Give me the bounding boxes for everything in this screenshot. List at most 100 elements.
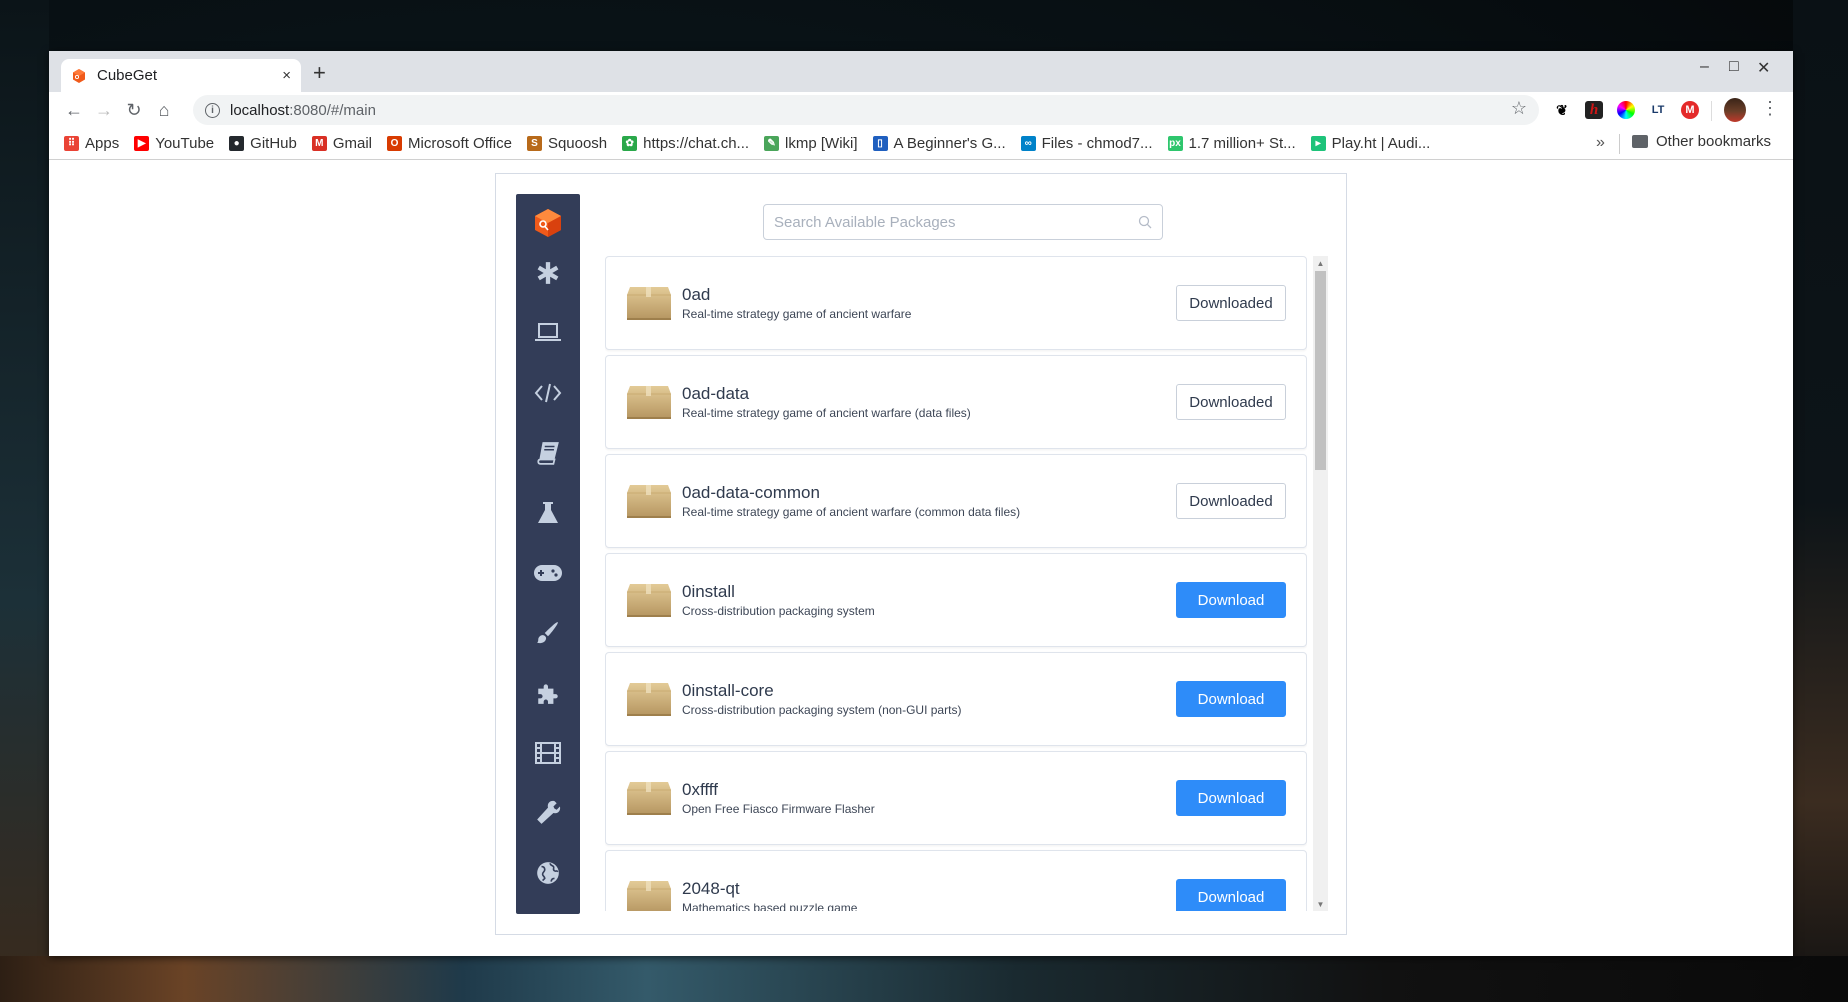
bookmarks-divider	[1619, 134, 1620, 154]
package-name: 2048-qt	[682, 879, 740, 898]
downloaded-button[interactable]: Downloaded	[1176, 285, 1286, 321]
bookmark-youtube[interactable]: ▶ YouTube	[134, 135, 214, 152]
puzzle-icon	[538, 684, 558, 704]
downloaded-button[interactable]: Downloaded	[1176, 384, 1286, 420]
sidebar-item-graphics[interactable]	[516, 611, 580, 655]
browser-window: CubeGet × + – □ ✕ ← → ↻ ⌂ i localhost:80…	[49, 51, 1793, 956]
package-row: 0ad Real-time strategy game of ancient w…	[605, 256, 1307, 350]
profile-avatar[interactable]	[1724, 98, 1746, 122]
wrench-icon	[537, 800, 561, 824]
search-icon[interactable]	[1138, 215, 1152, 229]
package-row: 0ad-data-common Real-time strategy game …	[605, 454, 1307, 548]
tab-cubeget[interactable]: CubeGet ×	[61, 59, 301, 92]
search-input[interactable]	[774, 213, 1138, 231]
bookmark-label: A Beginner's G...	[893, 135, 1006, 152]
squoosh-icon: S	[526, 136, 542, 151]
close-tab-icon[interactable]: ×	[282, 67, 291, 84]
mega-extension-icon[interactable]: M	[1681, 101, 1699, 119]
cubeget-app: 0ad Real-time strategy game of ancient w…	[495, 173, 1347, 935]
package-box-icon	[627, 782, 671, 815]
bookmark-gmail[interactable]: M Gmail	[311, 135, 373, 152]
downloaded-button[interactable]: Downloaded	[1176, 483, 1286, 519]
film-icon	[535, 742, 561, 764]
browser-menu-icon[interactable]: ⋮	[1761, 98, 1779, 119]
address-bar[interactable]: i localhost:8080/#/main ☆	[193, 95, 1539, 125]
minimize-button[interactable]: –	[1700, 58, 1709, 76]
package-name: 0ad	[682, 285, 711, 304]
bookmark-label: Squoosh	[547, 135, 608, 152]
tab-strip: CubeGet × + – □ ✕	[49, 51, 1793, 92]
sidebar-item-education[interactable]	[516, 431, 580, 475]
package-box-icon	[627, 386, 671, 419]
bookmark-label: Apps	[85, 135, 120, 152]
flask-icon	[538, 502, 558, 523]
desktop-wallpaper	[0, 0, 49, 1002]
sidebar-item-games[interactable]	[516, 551, 580, 595]
hypothesis-extension-icon[interactable]: h	[1585, 101, 1603, 119]
package-search[interactable]	[763, 204, 1163, 240]
globe-icon	[537, 862, 559, 884]
package-name: 0install-core	[682, 681, 774, 700]
download-button[interactable]: Download	[1176, 879, 1286, 911]
back-button[interactable]: ←	[59, 100, 89, 121]
other-bookmarks-folder[interactable]: Other bookmarks	[1632, 133, 1771, 150]
sidebar-item-logo[interactable]	[516, 201, 580, 245]
bookmark-nextcloud[interactable]: ∞ Files - chmod7...	[1020, 135, 1153, 152]
bookmark-office[interactable]: O Microsoft Office	[387, 135, 512, 152]
gnome-extension-icon[interactable]: ❦	[1553, 101, 1571, 119]
package-description: Real-time strategy game of ancient warfa…	[682, 505, 1021, 519]
site-info-icon[interactable]: i	[205, 102, 220, 118]
package-description: Mathematics based puzzle game	[682, 901, 858, 911]
package-box-icon	[627, 485, 671, 518]
bookmarks-bar: ⠿ Apps ▶ YouTube ● GitHub M Gmail O Microsoft Off…	[49, 128, 1793, 160]
bookmark-label: Gmail	[332, 135, 373, 152]
github-icon: ●	[229, 136, 245, 151]
package-list-scrollbar[interactable]: ▲ ▼	[1313, 256, 1328, 911]
sidebar-item-science[interactable]	[516, 491, 580, 535]
wiki-icon: ✎	[764, 136, 780, 151]
bookmark-pixabay[interactable]: px 1.7 million+ St...	[1167, 135, 1296, 152]
package-description: Open Free Fiasco Firmware Flasher	[682, 802, 875, 816]
url-path: :8080/#/main	[289, 101, 376, 119]
scrollbar-thumb[interactable]	[1315, 271, 1326, 470]
download-button[interactable]: Download	[1176, 582, 1286, 618]
bookmark-chat[interactable]: ✿ https://chat.ch...	[622, 135, 749, 152]
asterisk-icon	[537, 262, 559, 284]
forward-button[interactable]: →	[89, 100, 119, 121]
package-info: 2048-qt Mathematics based puzzle game	[682, 879, 857, 911]
home-button[interactable]: ⌂	[149, 100, 179, 121]
reload-button[interactable]: ↻	[119, 100, 149, 121]
sidebar-item-system[interactable]	[516, 311, 580, 355]
bookmark-github[interactable]: ● GitHub	[229, 135, 297, 152]
sidebar-item-utilities[interactable]	[516, 791, 580, 835]
browser-toolbar: ← → ↻ ⌂ i localhost:8080/#/main ☆ ❦ h LT…	[49, 92, 1793, 128]
sidebar-item-internet[interactable]	[516, 851, 580, 895]
apps-grid-icon: ⠿	[64, 136, 79, 151]
bookmark-doc[interactable]: ▯ A Beginner's G...	[872, 135, 1006, 152]
scroll-down-arrow-icon[interactable]: ▼	[1313, 897, 1328, 911]
new-tab-button[interactable]: +	[313, 60, 326, 86]
sidebar-item-all-packages[interactable]	[516, 251, 580, 295]
package-box-icon	[627, 683, 671, 716]
bookmark-squoosh[interactable]: S Squoosh	[526, 135, 608, 152]
package-list: 0ad Real-time strategy game of ancient w…	[605, 256, 1307, 911]
bookmark-playht[interactable]: ▸ Play.ht | Audi...	[1310, 135, 1430, 152]
languagetool-extension-icon[interactable]: LT	[1649, 101, 1667, 119]
scroll-up-arrow-icon[interactable]: ▲	[1313, 256, 1328, 270]
bookmark-label: https://chat.ch...	[643, 135, 750, 152]
other-bookmarks-label: Other bookmarks	[1656, 133, 1772, 150]
url-host: localhost	[230, 101, 290, 119]
bookmarks-overflow-button[interactable]: »	[1596, 134, 1605, 152]
bookmark-apps-grid[interactable]: ⠿ Apps	[64, 135, 119, 152]
download-button[interactable]: Download	[1176, 780, 1286, 816]
maximize-button[interactable]: □	[1729, 58, 1739, 76]
category-sidebar	[516, 194, 580, 914]
download-button[interactable]: Download	[1176, 681, 1286, 717]
color-picker-extension-icon[interactable]	[1617, 101, 1635, 119]
sidebar-item-addons[interactable]	[516, 671, 580, 715]
sidebar-item-development[interactable]	[516, 371, 580, 415]
close-window-button[interactable]: ✕	[1757, 58, 1770, 78]
sidebar-item-multimedia[interactable]	[516, 731, 580, 775]
bookmark-star-icon[interactable]: ☆	[1511, 98, 1527, 119]
bookmark-wiki[interactable]: ✎ lkmp [Wiki]	[764, 135, 858, 152]
